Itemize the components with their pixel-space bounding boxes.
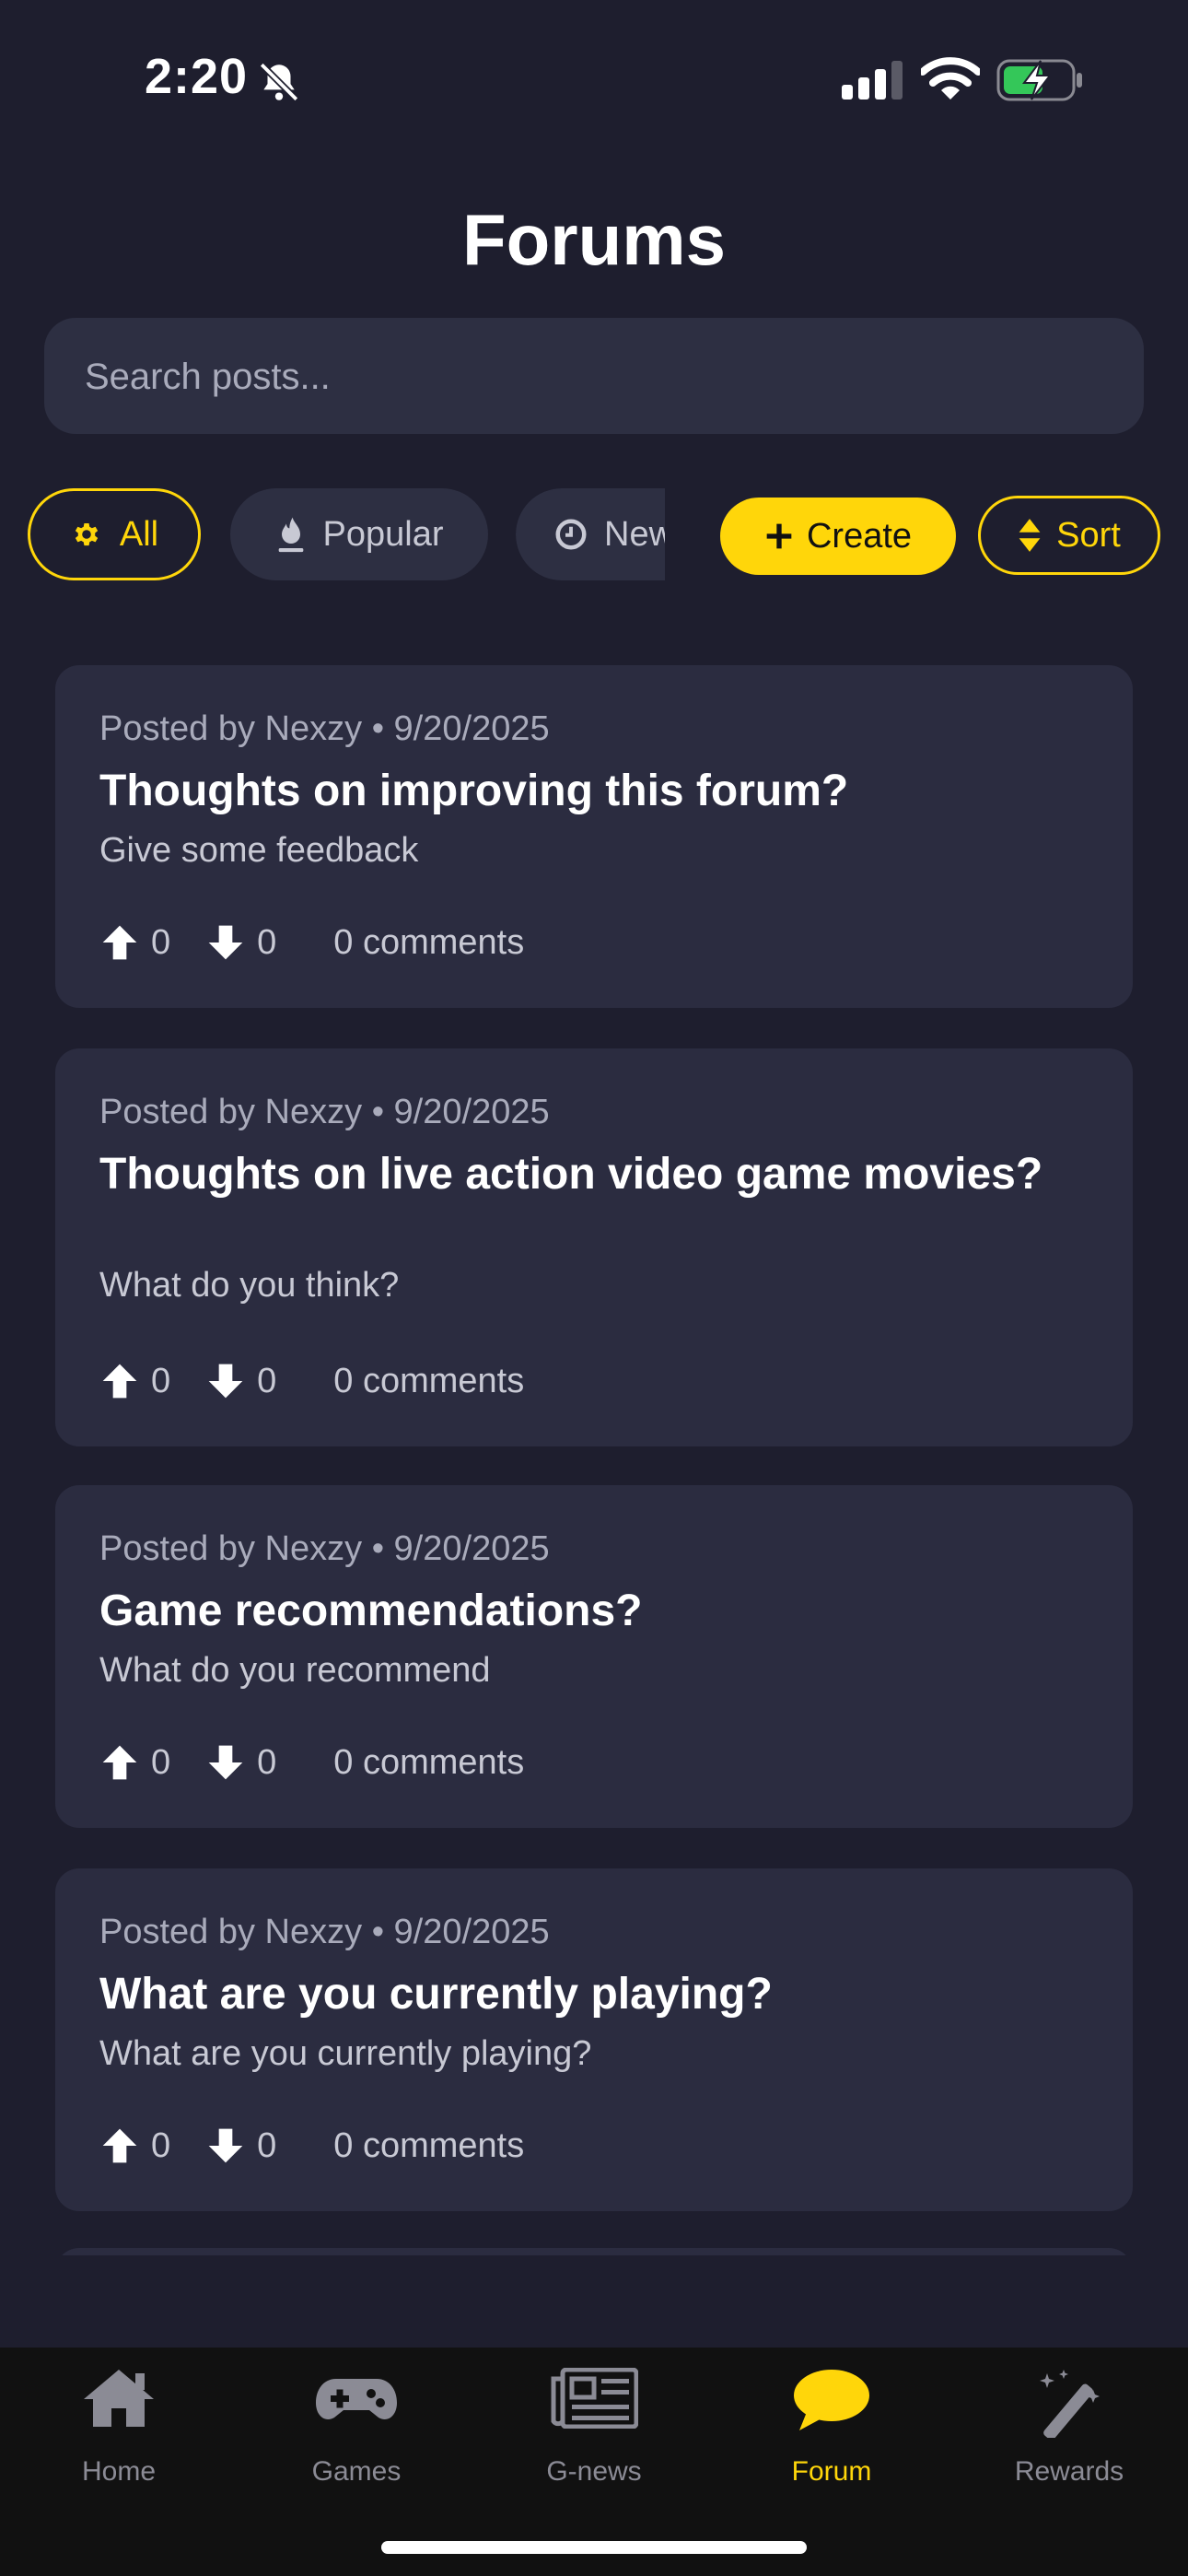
arrow-down-icon (208, 2128, 243, 2163)
arrow-up-icon (102, 1745, 137, 1780)
post-card[interactable]: Posted by Nexzy • 9/20/2025 Thoughts on … (55, 1048, 1133, 1446)
filter-label-popular: Popular (322, 514, 444, 554)
create-label: Create (806, 516, 913, 556)
post-title[interactable]: Game recommendations? (99, 1585, 1085, 1638)
bell-slash-icon (259, 62, 299, 102)
battery-charging-icon (996, 59, 1082, 101)
cellular-signal-icon (842, 61, 903, 100)
gear-icon (75, 523, 99, 546)
filter-chip-all[interactable]: All (28, 488, 201, 580)
post-description: Give some feedback (99, 831, 419, 870)
comments-link[interactable]: 0 comments (333, 1743, 524, 1783)
page-title: Forums (461, 199, 727, 280)
tab-forum[interactable]: Forum (713, 2348, 950, 2532)
filter-row: All Popular New Create Sort (0, 488, 1188, 585)
upvote-count: 0 (151, 1742, 171, 1782)
post-description: What do you think? (99, 1266, 400, 1305)
tab-gnews[interactable]: G-news (475, 2348, 713, 2532)
tab-home[interactable]: Home (0, 2348, 238, 2532)
arrow-up-icon (102, 925, 137, 960)
post-description: What do you recommend (99, 1651, 491, 1690)
arrow-down-icon (208, 925, 243, 960)
tab-label-games: Games (311, 2456, 402, 2487)
comments-link[interactable]: 0 comments (333, 2126, 524, 2166)
upvote-button[interactable]: 0 (99, 2125, 170, 2166)
post-description: What are you currently playing? (99, 2034, 592, 2073)
post-meta: Posted by Nexzy • 9/20/2025 (99, 1093, 550, 1131)
status-time: 2:20 (145, 49, 249, 104)
upvote-count: 0 (151, 922, 171, 962)
filter-label-new: New (604, 514, 665, 554)
downvote-count: 0 (257, 922, 277, 962)
create-post-button[interactable]: Create (720, 498, 956, 575)
search-bar[interactable] (44, 318, 1144, 436)
wifi-icon (921, 57, 980, 100)
downvote-count: 0 (257, 1742, 277, 1782)
filter-chip-new[interactable]: New (516, 488, 665, 580)
arrow-up-icon (102, 2128, 137, 2163)
upvote-button[interactable]: 0 (99, 922, 170, 963)
filter-label-all: All (119, 514, 159, 554)
tab-games[interactable]: Games (238, 2348, 475, 2532)
arrow-down-icon (208, 1745, 243, 1780)
upvote-count: 0 (151, 2125, 171, 2165)
sort-icon (1019, 519, 1041, 552)
post-actions: 0 0 0 comments (99, 919, 524, 966)
list-bottom-spacer (0, 2255, 1188, 2348)
post-card[interactable]: Posted by Nexzy • 9/20/2025 Game recomme… (55, 1485, 1133, 1828)
filter-chip-new-wrapper: New (516, 488, 665, 580)
arrow-down-icon (208, 1364, 243, 1399)
filter-chip-popular[interactable]: Popular (230, 488, 488, 580)
post-meta: Posted by Nexzy • 9/20/2025 (99, 1913, 550, 1951)
comments-link[interactable]: 0 comments (333, 923, 524, 963)
sort-label: Sort (1056, 515, 1121, 555)
post-actions: 0 0 0 comments (99, 2123, 524, 2169)
search-input[interactable] (83, 318, 1100, 436)
downvote-button[interactable]: 0 (205, 1742, 276, 1783)
newspaper-icon (551, 2368, 638, 2429)
status-bar: 2:20 (0, 0, 1188, 138)
post-actions: 0 0 0 comments (99, 1358, 524, 1404)
post-title[interactable]: Thoughts on improving this forum? (99, 765, 1085, 818)
post-meta: Posted by Nexzy • 9/20/2025 (99, 709, 550, 748)
comments-link[interactable]: 0 comments (333, 1362, 524, 1401)
post-title[interactable]: Thoughts on live action video game movie… (99, 1148, 1085, 1201)
post-meta: Posted by Nexzy • 9/20/2025 (99, 1529, 550, 1568)
post-card[interactable]: Posted by Nexzy • 9/20/2025 What are you… (55, 1868, 1133, 2211)
arrow-up-icon (102, 1364, 137, 1399)
chat-bubble-icon (794, 2370, 869, 2430)
downvote-count: 0 (257, 1361, 277, 1400)
home-indicator[interactable] (381, 2541, 807, 2554)
downvote-button[interactable]: 0 (205, 1361, 276, 1401)
tab-label-home: Home (81, 2456, 157, 2487)
post-card[interactable]: Posted by Nexzy • 9/20/2025 Thoughts on … (55, 665, 1133, 1008)
tab-rewards[interactable]: Rewards (950, 2348, 1188, 2532)
tab-label-forum: Forum (791, 2456, 872, 2487)
clock-icon (555, 519, 587, 550)
upvote-count: 0 (151, 1361, 171, 1400)
post-actions: 0 0 0 comments (99, 1739, 524, 1786)
plus-icon (766, 523, 792, 549)
downvote-button[interactable]: 0 (205, 922, 276, 963)
sort-button[interactable]: Sort (978, 496, 1160, 575)
upvote-button[interactable]: 0 (99, 1742, 170, 1783)
home-icon (84, 2370, 154, 2427)
flame-icon (278, 517, 303, 553)
gamepad-icon (316, 2379, 397, 2420)
downvote-button[interactable]: 0 (205, 2125, 276, 2166)
upvote-button[interactable]: 0 (99, 1361, 170, 1401)
tab-label-rewards: Rewards (1014, 2456, 1124, 2487)
magic-wand-icon (1040, 2370, 1100, 2438)
downvote-count: 0 (257, 2125, 277, 2165)
tab-label-gnews: G-news (546, 2456, 642, 2487)
post-title[interactable]: What are you currently playing? (99, 1968, 1085, 2021)
